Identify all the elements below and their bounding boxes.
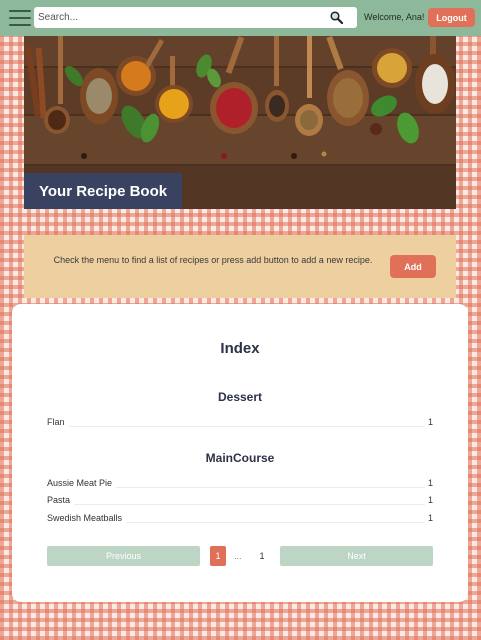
search-icon[interactable] [330,11,343,24]
recipe-name[interactable]: Swedish Meatballs [47,513,127,523]
search-box [34,7,357,28]
info-banner: Check the menu to find a list of recipes… [24,235,456,298]
add-recipe-button[interactable]: Add [390,255,436,278]
recipe-name[interactable]: Pasta [47,495,75,505]
page-title: Your Recipe Book [24,173,182,209]
index-card: Index Dessert Flan 1 MainCourse Aussie M… [12,304,468,602]
recipe-entry[interactable]: Flan 1 [47,417,433,430]
info-text: Check the menu to find a list of recipes… [53,255,373,265]
recipe-page-number: 1 [424,495,433,505]
top-bar: Welcome, Ana! Logout [0,0,481,36]
recipe-name[interactable]: Flan [47,417,69,427]
category-title: MainCourse [205,451,275,465]
recipe-page-number: 1 [424,417,433,427]
recipe-entry[interactable]: Swedish Meatballs 1 [47,513,433,526]
next-page-button[interactable]: Next [280,546,433,566]
index-title: Index [220,340,260,357]
pagination-ellipsis: ... [234,551,242,561]
hamburger-menu-icon[interactable] [9,9,31,27]
recipe-page-number: 1 [424,478,433,488]
category-title: Dessert [217,390,263,404]
recipe-name[interactable]: Aussie Meat Pie [47,478,117,488]
current-page-button[interactable]: 1 [210,546,226,566]
recipe-page-number: 1 [424,513,433,523]
welcome-text: Welcome, Ana! [364,12,425,22]
previous-page-button[interactable]: Previous [47,546,200,566]
logout-button[interactable]: Logout [428,8,475,27]
dot-leader [47,426,427,427]
search-input[interactable] [34,7,324,28]
dot-leader [47,504,427,505]
recipe-entry[interactable]: Pasta 1 [47,495,433,508]
recipe-entry[interactable]: Aussie Meat Pie 1 [47,478,433,491]
last-page-button[interactable]: 1 [256,546,268,566]
